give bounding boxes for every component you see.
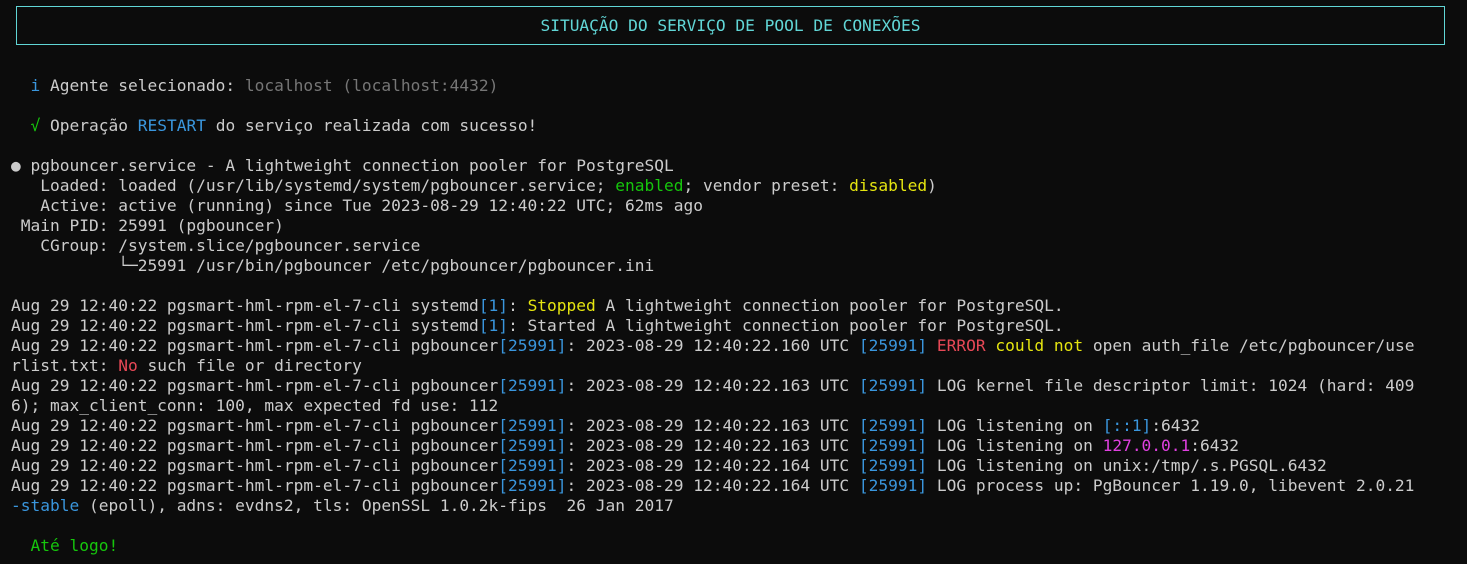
log-line-2: Aug 29 12:40:22 pgsmart-hml-rpm-el-7-cli… — [11, 316, 1064, 336]
log-ipv6: [::1] — [1102, 416, 1152, 435]
status-loaded: Loaded: loaded (/usr/lib/systemd/system/… — [11, 176, 937, 196]
log-message: such file or directory — [137, 356, 362, 375]
log-message: : Started A lightweight connection poole… — [508, 316, 1064, 335]
log-line-8: Aug 29 12:40:22 pgsmart-hml-rpm-el-7-cli… — [11, 476, 1414, 496]
log-line-1: Aug 29 12:40:22 pgsmart-hml-rpm-el-7-cli… — [11, 296, 1064, 315]
status-header-text: pgbouncer.service - A lightweight connec… — [20, 156, 674, 175]
log-prefix: Aug 29 12:40:22 pgsmart-hml-rpm-el-7-cli — [11, 336, 411, 355]
log-timestamp: : 2023-08-29 12:40:22.163 UTC — [566, 436, 859, 455]
log-message: LOG listening on unix:/tmp/.s.PGSQL.6432 — [927, 456, 1327, 475]
status-cgroup-child: └─25991 /usr/bin/pgbouncer /etc/pgbounce… — [11, 256, 655, 275]
log-pid-bracket: [25991] — [858, 436, 928, 455]
log-line-3-wrap: rlist.txt: No such file or directory — [11, 356, 362, 376]
log-prefix: Aug 29 12:40:22 pgsmart-hml-rpm-el-7-cli — [11, 456, 411, 475]
status-main-pid: Main PID: 25991 (pgbouncer) — [11, 216, 284, 235]
log-process: pgbouncer — [410, 476, 499, 495]
log-pid-bracket: [25991] — [858, 336, 928, 355]
panel-title-text: SITUAÇÃO DO SERVIÇO DE POOL DE CONEXÕES — [540, 16, 921, 35]
agent-line: i Agente selecionado: localhost (localho… — [11, 76, 499, 96]
log-timestamp: : 2023-08-29 12:40:22.164 UTC — [566, 456, 859, 475]
log-pid: [25991] — [498, 376, 567, 395]
log-line-8-wrap: -stable (epoll), adns: evdns2, tls: Open… — [11, 496, 674, 516]
log-pid: [25991] — [498, 476, 567, 495]
log-pid-bracket: [25991] — [858, 456, 928, 475]
agent-label: Agente selecionado: — [50, 76, 245, 95]
log-prefix: Aug 29 12:40:22 pgsmart-hml-rpm-el-7-cli — [11, 296, 411, 315]
farewell-line: Até logo! — [11, 536, 119, 556]
agent-value: localhost (localhost:4432) — [244, 76, 499, 95]
log-pid: [1] — [478, 296, 509, 315]
info-icon: i — [30, 76, 41, 95]
log-message: A lightweight connection pooler for Post… — [595, 296, 1064, 315]
panel-title: SITUAÇÃO DO SERVIÇO DE POOL DE CONEXÕES — [16, 6, 1445, 45]
log-pid-bracket: [25991] — [858, 476, 928, 495]
loaded-mid: ; vendor preset: — [683, 176, 850, 195]
log-pid: [1] — [478, 316, 509, 335]
log-port: :6432 — [1151, 416, 1201, 435]
log-prefix: Aug 29 12:40:22 pgsmart-hml-rpm-el-7-cli — [11, 316, 411, 335]
log-process: pgbouncer — [410, 336, 499, 355]
check-icon: √ — [30, 116, 41, 135]
log-message: rlist.txt: — [11, 356, 119, 375]
log-line-4: Aug 29 12:40:22 pgsmart-hml-rpm-el-7-cli… — [11, 376, 1414, 396]
log-message: LOG process up: PgBouncer 1.19.0, libeve… — [927, 476, 1415, 495]
log-pid-bracket: [25991] — [858, 416, 928, 435]
log-process: pgbouncer — [410, 436, 499, 455]
log-stable: -stable — [11, 496, 80, 515]
log-process: systemd — [410, 296, 479, 315]
status-active: Active: active (running) since Tue 2023-… — [11, 196, 703, 215]
log-message: LOG kernel file descriptor limit: 1024 (… — [927, 376, 1415, 395]
log-error-level: ERROR — [936, 336, 986, 355]
log-message: LOG listening on — [927, 436, 1103, 455]
log-message: LOG listening on — [927, 416, 1103, 435]
log-line-5: Aug 29 12:40:22 pgsmart-hml-rpm-el-7-cli… — [11, 416, 1200, 436]
loaded-suffix: ) — [927, 176, 937, 195]
loaded-prefix: Loaded: loaded (/usr/lib/systemd/system/… — [11, 176, 616, 195]
log-line-4-wrap: 6); max_client_conn: 100, max expected f… — [11, 396, 499, 415]
log-process: pgbouncer — [410, 376, 499, 395]
log-message: open auth_file /etc/pgbouncer/use — [1083, 336, 1415, 355]
log-ipv4: 127.0.0.1 — [1102, 436, 1191, 455]
loaded-disabled: disabled — [849, 176, 928, 195]
log-pid: [25991] — [498, 456, 567, 475]
log-pid: [25991] — [498, 436, 567, 455]
log-line-6: Aug 29 12:40:22 pgsmart-hml-rpm-el-7-cli… — [11, 436, 1239, 456]
log-message: (epoll), adns: evdns2, tls: OpenSSL 1.0.… — [79, 496, 674, 515]
status-header: ● pgbouncer.service - A lightweight conn… — [11, 156, 674, 176]
log-prefix: Aug 29 12:40:22 pgsmart-hml-rpm-el-7-cli — [11, 476, 411, 495]
log-timestamp: : 2023-08-29 12:40:22.164 UTC — [566, 476, 859, 495]
log-line-7: Aug 29 12:40:22 pgsmart-hml-rpm-el-7-cli… — [11, 456, 1327, 476]
operation-action: RESTART — [137, 116, 206, 135]
log-not: not — [1053, 336, 1084, 355]
log-process: pgbouncer — [410, 416, 499, 435]
status-bullet-icon: ● — [11, 156, 21, 175]
log-pid: [25991] — [498, 416, 567, 435]
operation-suffix: do serviço realizada com sucesso! — [205, 116, 538, 135]
log-timestamp: : 2023-08-29 12:40:22.160 UTC — [566, 336, 859, 355]
loaded-enabled: enabled — [615, 176, 684, 195]
log-no: No — [118, 356, 138, 375]
log-prefix: Aug 29 12:40:22 pgsmart-hml-rpm-el-7-cli — [11, 436, 411, 455]
log-line-3: Aug 29 12:40:22 pgsmart-hml-rpm-el-7-cli… — [11, 336, 1414, 356]
operation-prefix: Operação — [50, 116, 138, 135]
log-could: could — [995, 336, 1045, 355]
log-timestamp: : 2023-08-29 12:40:22.163 UTC — [566, 376, 859, 395]
status-cgroup: CGroup: /system.slice/pgbouncer.service — [11, 236, 421, 255]
farewell-text: Até logo! — [30, 536, 119, 555]
log-port: :6432 — [1190, 436, 1240, 455]
log-pid: [25991] — [498, 336, 567, 355]
log-prefix: Aug 29 12:40:22 pgsmart-hml-rpm-el-7-cli — [11, 416, 411, 435]
operation-line: √ Operação RESTART do serviço realizada … — [11, 116, 538, 136]
log-pid-bracket: [25991] — [858, 376, 928, 395]
log-prefix: Aug 29 12:40:22 pgsmart-hml-rpm-el-7-cli — [11, 376, 411, 395]
log-process: pgbouncer — [410, 456, 499, 475]
log-stopped: Stopped — [527, 296, 596, 315]
log-process: systemd — [410, 316, 479, 335]
log-timestamp: : 2023-08-29 12:40:22.163 UTC — [566, 416, 859, 435]
